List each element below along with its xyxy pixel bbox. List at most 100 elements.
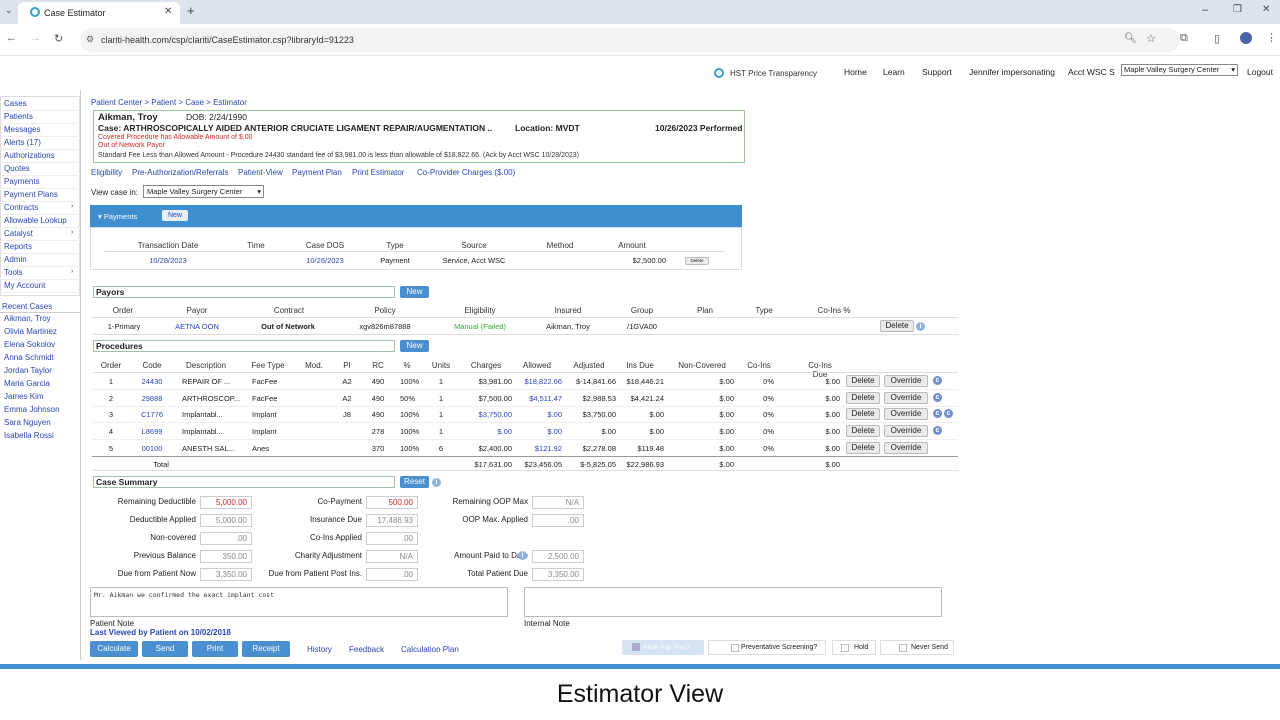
feedback-link[interactable]: Feedback bbox=[349, 645, 384, 654]
proc-cell-code[interactable]: 00100 bbox=[140, 444, 164, 453]
view-case-select[interactable]: Maple Valley Surgery Center ▾ bbox=[143, 185, 264, 198]
sidebar-item[interactable]: Catalyst bbox=[4, 229, 33, 238]
recent-case-item[interactable]: Elena Sokolov bbox=[4, 340, 55, 349]
payment-delete-button[interactable]: Delete bbox=[685, 257, 709, 265]
recent-case-item[interactable]: Isabella Rossi bbox=[4, 431, 54, 440]
recent-case-item[interactable]: Aikman, Troy bbox=[4, 314, 51, 323]
sidebar-item[interactable]: Contracts bbox=[4, 203, 38, 212]
recent-case-item[interactable]: Jordan Taylor bbox=[4, 366, 52, 375]
profile-avatar[interactable] bbox=[1240, 32, 1252, 44]
proc-cell-code[interactable]: 29888 bbox=[140, 394, 164, 403]
summary-field[interactable]: .00 bbox=[366, 568, 418, 581]
sidebar-item[interactable]: Payment Plans bbox=[4, 190, 58, 199]
sidebar-item[interactable]: Authorizations bbox=[4, 151, 55, 160]
tab-close-icon[interactable]: ✕ bbox=[164, 6, 172, 17]
proc-delete-button[interactable]: Delete bbox=[846, 408, 880, 421]
minimize-icon[interactable]: – bbox=[1202, 4, 1208, 16]
recent-case-item[interactable]: James Kim bbox=[4, 392, 44, 401]
never-send-toggle[interactable]: Never Send bbox=[880, 640, 954, 655]
proc-delete-button[interactable]: Delete bbox=[846, 425, 880, 438]
calculation-plan-link[interactable]: Calculation Plan bbox=[401, 645, 459, 654]
send-button[interactable]: Send bbox=[142, 641, 188, 657]
summary-field[interactable]: 17,486.93 bbox=[366, 514, 418, 527]
summary-field[interactable]: 500.00 bbox=[366, 496, 418, 509]
receipt-button[interactable]: Receipt bbox=[242, 641, 290, 657]
url-field[interactable]: ⚙ clariti-health.com/csp/clariti/CaseEst… bbox=[80, 28, 1180, 52]
sidebar-item[interactable]: Reports bbox=[4, 242, 32, 251]
bookmark-star-icon[interactable]: ☆ bbox=[1146, 32, 1156, 45]
side-panel-icon[interactable]: ▯ bbox=[1214, 32, 1220, 45]
proc-copy-icon[interactable]: c bbox=[933, 392, 942, 402]
proc-override-button[interactable]: Override bbox=[884, 375, 928, 387]
summary-field[interactable]: N/A bbox=[366, 550, 418, 563]
allow-pay-plan-toggle[interactable]: Allow Pay Plan? bbox=[622, 640, 704, 655]
browser-menu-icon[interactable]: ⋮ bbox=[1266, 31, 1277, 44]
sidebar-item[interactable]: Patients bbox=[4, 112, 33, 121]
facility-select[interactable]: Maple Valley Surgery Center ▾ bbox=[1121, 64, 1238, 76]
window-close-icon[interactable]: ✕ bbox=[1262, 4, 1270, 15]
proc-delete-button[interactable]: Delete bbox=[846, 441, 880, 454]
proc-override-button[interactable]: Override bbox=[884, 408, 928, 421]
link-preauth[interactable]: Pre-Authorization/Referrals bbox=[132, 168, 228, 177]
hold-toggle[interactable]: Hold bbox=[832, 640, 876, 655]
summary-reset-button[interactable]: Reset bbox=[400, 476, 429, 488]
proc-override-button[interactable]: Override bbox=[884, 441, 928, 454]
link-co-provider[interactable]: Co-Provider Charges ($.00) bbox=[417, 168, 515, 177]
patient-note-field[interactable]: Mr. Aikman we confirmed the exact implan… bbox=[90, 587, 508, 617]
nav-support[interactable]: Support bbox=[922, 67, 952, 77]
nav-account[interactable]: Acct WSC S bbox=[1068, 67, 1115, 77]
print-button[interactable]: Print bbox=[192, 641, 238, 657]
extensions-icon[interactable]: ⧉ bbox=[1180, 32, 1188, 45]
payment-dos[interactable]: 10/26/2023 bbox=[300, 256, 350, 265]
link-print-estimator[interactable]: Print Estimator bbox=[352, 168, 404, 177]
summary-field[interactable]: 3,350.00 bbox=[532, 568, 584, 581]
zoom-icon[interactable]: 🔍︎ bbox=[1124, 33, 1137, 44]
preventative-screening-toggle[interactable]: Preventative Screening? bbox=[708, 640, 826, 655]
recent-case-item[interactable]: Anna Schmidt bbox=[4, 353, 54, 362]
history-link[interactable]: History bbox=[307, 645, 332, 654]
summary-info-icon[interactable]: i bbox=[432, 478, 441, 487]
summary-field[interactable]: .00 bbox=[366, 532, 418, 545]
proc-cell-code[interactable]: 24430 bbox=[140, 377, 164, 386]
internal-note-field[interactable] bbox=[524, 587, 942, 617]
sidebar-item[interactable]: Payments bbox=[4, 177, 40, 186]
proc-delete-button[interactable]: Delete bbox=[846, 375, 880, 387]
sidebar-item[interactable]: Quotes bbox=[4, 164, 30, 173]
link-eligibility[interactable]: Eligibility bbox=[91, 168, 122, 177]
logout-link[interactable]: Logout bbox=[1247, 67, 1273, 77]
site-info-icon[interactable]: ⚙ bbox=[86, 34, 94, 45]
sidebar-item[interactable]: Messages bbox=[4, 125, 40, 134]
payor-delete-button[interactable]: Delete bbox=[880, 320, 914, 332]
link-patient-view[interactable]: Patient-View bbox=[238, 168, 283, 177]
tab-list-icon[interactable]: ⌄ bbox=[5, 5, 13, 16]
forward-icon[interactable]: → bbox=[30, 32, 41, 44]
payor-eligibility[interactable]: Manual (Failed) bbox=[450, 322, 510, 331]
proc-copy-icon[interactable]: c bbox=[933, 376, 942, 385]
browser-tab[interactable]: Case Estimator ✕ bbox=[18, 2, 180, 24]
proc-copy-icon[interactable]: c bbox=[933, 426, 942, 436]
nav-impersonating[interactable]: Jennifer impersonating bbox=[969, 67, 1055, 77]
proc-cell-code[interactable]: C1776 bbox=[140, 410, 164, 419]
proc-delete-button[interactable]: Delete bbox=[846, 391, 880, 404]
maximize-icon[interactable]: ❐ bbox=[1233, 4, 1242, 15]
payor-info-icon[interactable]: i bbox=[916, 322, 925, 331]
sidebar-item[interactable]: Cases bbox=[4, 99, 27, 108]
sidebar-item[interactable]: My Account bbox=[4, 281, 45, 290]
breadcrumb[interactable]: Patient Center > Patient > Case > Estima… bbox=[91, 98, 247, 107]
recent-case-item[interactable]: Sara Nguyen bbox=[4, 418, 51, 427]
proc-override-button[interactable]: Override bbox=[884, 425, 928, 438]
summary-field[interactable]: 2,500.00 bbox=[532, 550, 584, 563]
reload-icon[interactable]: ↻ bbox=[54, 32, 63, 45]
payments-new-button[interactable]: New bbox=[162, 210, 188, 221]
procedures-new-button[interactable]: New bbox=[400, 340, 429, 352]
calculate-button[interactable]: Calculate bbox=[90, 641, 138, 657]
recent-case-item[interactable]: Maria Garcia bbox=[4, 379, 50, 388]
payors-new-button[interactable]: New bbox=[400, 286, 429, 298]
nav-home[interactable]: Home bbox=[844, 67, 867, 77]
sidebar-item[interactable]: Allowable Lookup bbox=[4, 216, 67, 225]
proc-copy-icon[interactable]: c bbox=[933, 409, 942, 419]
amount-paid-info-icon[interactable]: i bbox=[518, 551, 527, 560]
sidebar-item[interactable]: Admin bbox=[4, 255, 27, 264]
link-payment-plan[interactable]: Payment Plan bbox=[292, 168, 342, 177]
back-icon[interactable]: ← bbox=[6, 32, 17, 44]
